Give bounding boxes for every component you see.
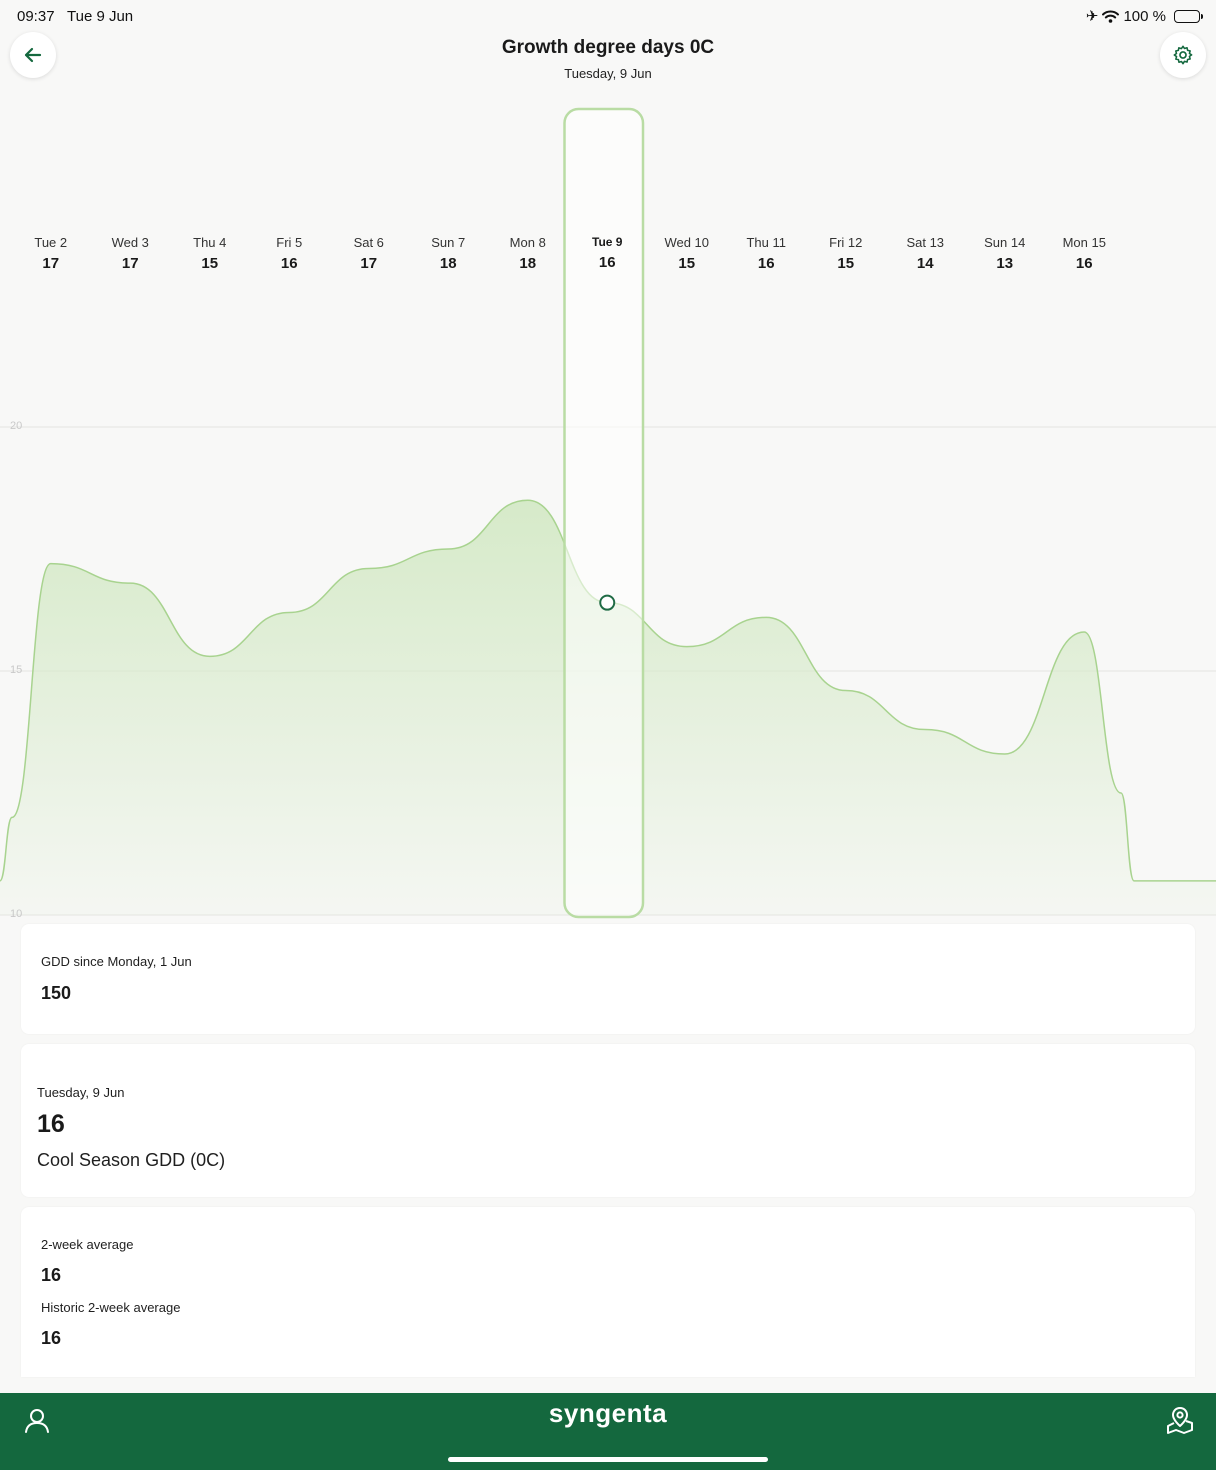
- day-name-label: Sat 13: [906, 235, 945, 250]
- page-title: Growth degree days 0C: [501, 37, 715, 58]
- day-value-label: 16: [757, 255, 775, 272]
- day-value-label: 18: [439, 255, 457, 272]
- day-column-4[interactable]: Sat 6 17: [329, 235, 409, 272]
- day-value-label: 16: [598, 254, 616, 271]
- selected-day-highlight: [563, 107, 645, 919]
- gdd-since-label: GDD since Monday, 1 Jun: [41, 954, 192, 969]
- historic-average-value: 16: [41, 1328, 62, 1348]
- day-column-10[interactable]: Fri 12 15: [806, 235, 886, 272]
- day-column-8[interactable]: Wed 10 15: [647, 235, 727, 272]
- day-name-label: Sat 6: [353, 235, 384, 250]
- day-value-label: 16: [280, 255, 298, 272]
- battery-icon: [1174, 9, 1203, 23]
- day-name-label: Wed 10: [664, 235, 710, 250]
- day-column-1[interactable]: Wed 3 17: [90, 235, 170, 272]
- day-column-5[interactable]: Sun 7 18: [408, 235, 488, 272]
- day-value-label: 16: [1075, 255, 1093, 272]
- y-tick-label: 20: [10, 420, 23, 432]
- day-value-label: 17: [360, 255, 378, 272]
- day-column-0[interactable]: Tue 2 17: [11, 235, 91, 272]
- day-column-13[interactable]: Mon 15 16: [1044, 235, 1124, 272]
- day-column-7[interactable]: Tue 9 16: [567, 235, 647, 271]
- day-name-label: Tue 2: [34, 235, 68, 250]
- historic-average-label: Historic 2-week average: [41, 1300, 181, 1315]
- day-value-label: 15: [678, 255, 696, 272]
- day-name-label: Fri 12: [829, 235, 863, 250]
- status-icons: ✈ 100 %: [1085, 7, 1203, 25]
- day-value-label: 18: [519, 255, 537, 272]
- gdd-chart[interactable]: 20 15 10 Tue 2 17 Wed 3 17 Thu 4 15 Fri 5 16 Sat 6 1…: [0, 95, 1216, 925]
- averages-card: 2-week average 16 Historic 2-week averag…: [21, 1207, 1195, 1377]
- status-date: Tue 9 Jun: [67, 8, 134, 25]
- chart-canvas: [0, 107, 1216, 919]
- day-name-label: Thu 11: [746, 235, 786, 250]
- day-name-label: Mon 8: [509, 235, 546, 250]
- day-value-label: 17: [42, 255, 60, 272]
- day-column-2[interactable]: Thu 4 15: [170, 235, 250, 272]
- day-name-label: Tue 9: [592, 235, 623, 249]
- gear-icon: [1173, 45, 1193, 65]
- day-column-11[interactable]: Sat 13 14: [885, 235, 965, 272]
- settings-button[interactable]: [1160, 32, 1206, 78]
- page-subtitle: Tuesday, 9 Jun: [564, 66, 652, 81]
- day-value-label: 15: [201, 255, 219, 272]
- selected-day-card: Tuesday, 9 Jun 16 Cool Season GDD (0C): [21, 1044, 1195, 1197]
- selected-day-date: Tuesday, 9 Jun: [37, 1085, 125, 1100]
- selected-day-value: 16: [37, 1110, 65, 1138]
- status-time: 09:37: [17, 8, 55, 25]
- two-week-average-value: 16: [41, 1265, 62, 1285]
- day-name-label: Mon 15: [1062, 235, 1106, 250]
- y-tick-label: 10: [10, 908, 23, 920]
- syngenta-logo: syngenta: [548, 1398, 668, 1428]
- day-column-9[interactable]: Thu 11 16: [726, 235, 806, 272]
- y-tick-label: 15: [10, 664, 23, 676]
- day-name-label: Fri 5: [276, 235, 303, 250]
- wifi-icon: [1102, 10, 1120, 23]
- selected-day-marker: [599, 594, 616, 611]
- day-value-label: 17: [121, 255, 139, 272]
- day-column-6[interactable]: Mon 8 18: [488, 235, 568, 272]
- bottom-bar: syngenta: [0, 1393, 1216, 1470]
- day-name-label: Sun 7: [431, 235, 466, 250]
- map-pin-icon[interactable]: [1165, 1405, 1195, 1435]
- gdd-since-value: 150: [41, 983, 72, 1003]
- two-week-average-label: 2-week average: [41, 1237, 134, 1252]
- day-value-label: 13: [996, 255, 1014, 272]
- airplane-icon: ✈: [1085, 8, 1099, 25]
- day-column-3[interactable]: Fri 5 16: [249, 235, 329, 272]
- day-name-label: Thu 4: [193, 235, 227, 250]
- day-value-label: 15: [837, 255, 855, 272]
- day-name-label: Wed 3: [111, 235, 149, 250]
- gdd-since-card: GDD since Monday, 1 Jun 150: [21, 924, 1195, 1034]
- day-column-12[interactable]: Sun 14 13: [965, 235, 1045, 272]
- home-indicator[interactable]: [448, 1457, 768, 1462]
- day-name-label: Sun 14: [984, 235, 1026, 250]
- status-bar: 09:37 Tue 9 Jun ✈ 100 %: [0, 0, 1216, 32]
- day-value-label: 14: [916, 255, 934, 272]
- battery-percent: 100 %: [1123, 7, 1166, 25]
- selected-day-description: Cool Season GDD (0C): [37, 1150, 226, 1170]
